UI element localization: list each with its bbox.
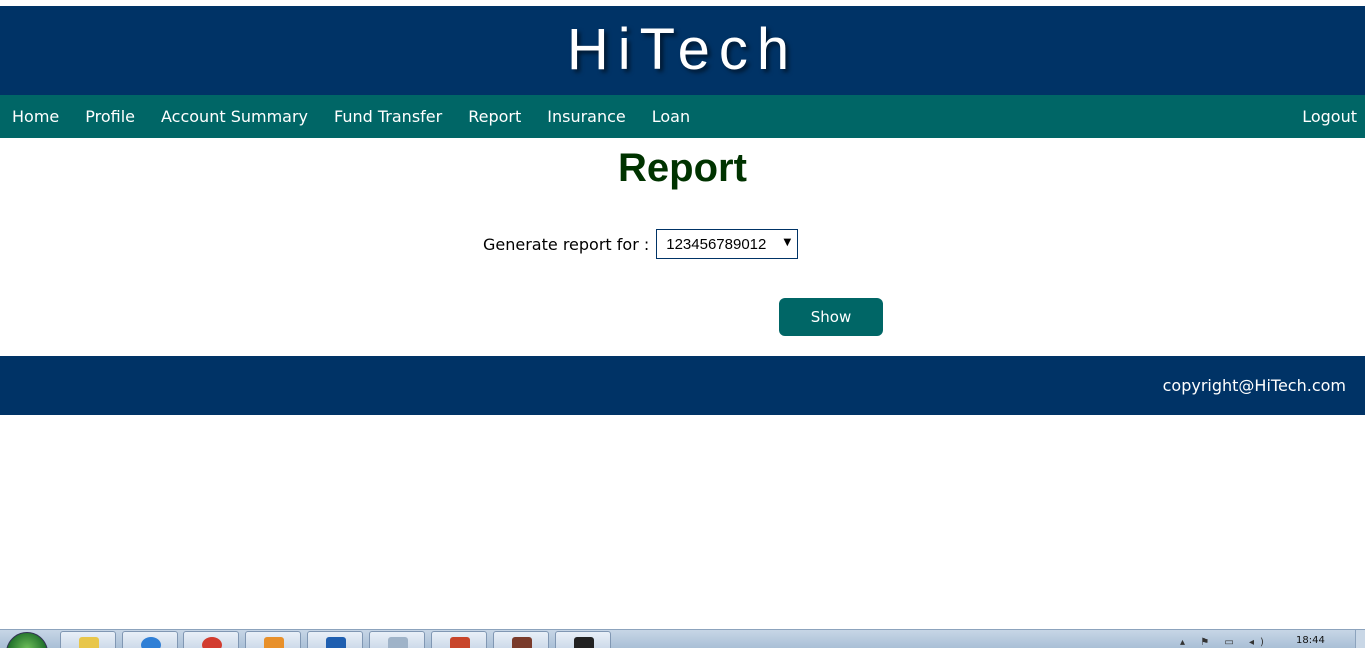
folder-icon [79,637,99,648]
nav-profile[interactable]: Profile [73,95,149,138]
outlook-icon [326,637,346,648]
taskbar-outlook-button[interactable] [307,631,363,648]
copyright-text: copyright@HiTech.com [1162,376,1346,395]
page-title: Report [618,146,747,190]
dropdown-arrow-icon: ▼ [783,237,792,248]
taskbar-clock[interactable]: 18:44 [1296,635,1325,646]
start-orb-icon[interactable] [6,632,48,648]
nav-report[interactable]: Report [456,95,535,138]
powerpoint-icon [450,637,470,648]
logout-link[interactable]: Logout [1290,95,1365,138]
command-prompt-icon [574,637,594,648]
internet-explorer-icon [141,637,161,648]
nav-home[interactable]: Home [0,95,73,138]
taskbar-notepad-button[interactable] [369,631,425,648]
os-taskbar: ▴ ⚑ ▭ ◂) 18:44 [0,629,1365,648]
site-header: HiTech [0,6,1365,95]
site-logo: HiTech [566,17,799,82]
account-select-value: 123456789012 [666,235,767,253]
report-form: Generate report for : 123456789012 ▼ [483,228,799,260]
notepad-icon [388,637,408,648]
taskbar-powerpoint-button[interactable] [431,631,487,648]
main-nav: Home Profile Account Summary Fund Transf… [0,95,1365,138]
nav-account-summary[interactable]: Account Summary [149,95,322,138]
taskbar-folder-button[interactable] [60,631,116,648]
nav-fund-transfer[interactable]: Fund Transfer [322,95,456,138]
site-footer: copyright@HiTech.com [0,356,1365,415]
java-settings-icon [512,637,532,648]
system-tray-icons[interactable]: ▴ ⚑ ▭ ◂) [1180,637,1270,648]
show-desktop-button[interactable] [1355,630,1365,648]
report-for-label: Generate report for : [483,234,650,254]
nav-insurance[interactable]: Insurance [535,95,640,138]
taskbar-java-button[interactable] [493,631,549,648]
taskbar-ie-button[interactable] [122,631,178,648]
taskbar-media-button[interactable] [245,631,301,648]
account-select[interactable]: 123456789012 ▼ [656,229,799,259]
taskbar-chrome-button[interactable] [183,631,239,648]
show-button[interactable]: Show [779,298,883,336]
taskbar-cmd-button[interactable] [555,631,611,648]
nav-loan[interactable]: Loan [640,95,704,138]
media-player-icon [264,637,284,648]
chrome-icon [202,637,222,648]
